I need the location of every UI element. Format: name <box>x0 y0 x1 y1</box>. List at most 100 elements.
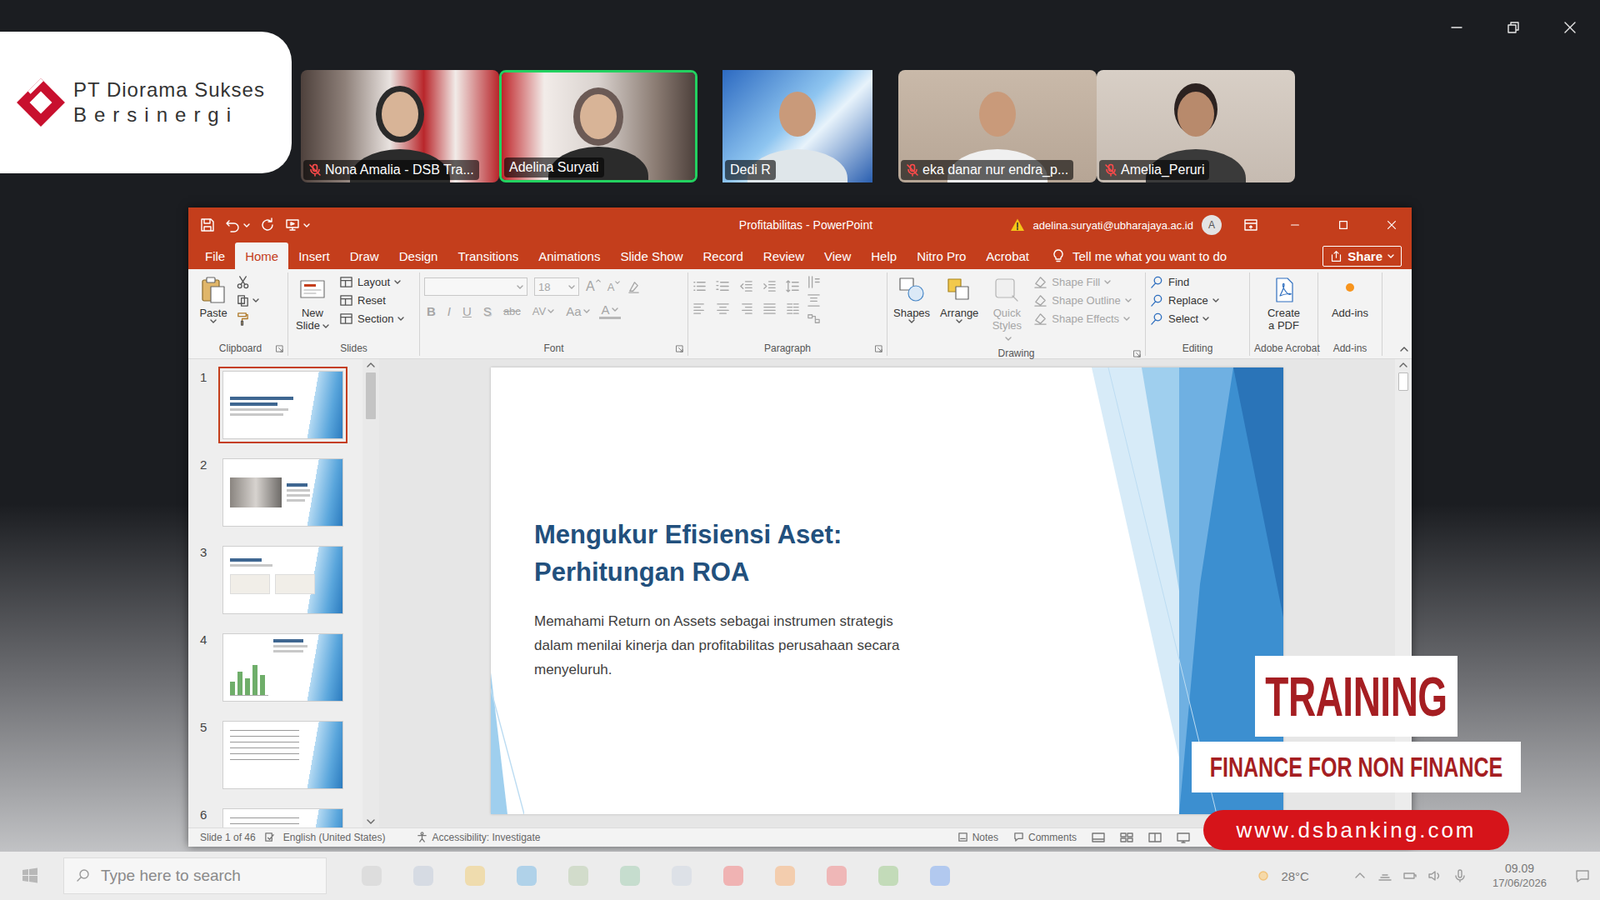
paragraph-format-icon[interactable] <box>762 279 777 294</box>
arrange-button[interactable]: Arrange <box>938 274 980 325</box>
close-button[interactable] <box>1541 14 1599 41</box>
dialog-launcher-icon[interactable] <box>875 345 883 353</box>
cut-icon[interactable] <box>235 275 250 290</box>
font-style-button[interactable]: I <box>445 304 454 319</box>
grow-font-button[interactable]: A <box>585 279 601 295</box>
paste-button[interactable]: Paste <box>197 274 230 325</box>
notifications-icon[interactable] <box>1575 868 1590 884</box>
ribbon-tab[interactable]: Record <box>692 242 753 270</box>
weather-temperature[interactable]: 28°C <box>1280 869 1310 884</box>
dialog-launcher-icon[interactable] <box>1133 350 1141 358</box>
app-icon[interactable] <box>775 865 795 886</box>
editing-option[interactable]: Find <box>1150 275 1220 290</box>
paragraph-format-icon[interactable] <box>785 279 800 294</box>
show-hidden-icons-icon[interactable] <box>1352 868 1368 884</box>
slide-thumbnail-row[interactable]: 1 <box>200 370 363 440</box>
participant-tile[interactable]: eka danar nur endra_p... <box>898 70 1097 183</box>
app-icon[interactable] <box>413 865 434 886</box>
shrink-font-button[interactable]: A <box>607 280 621 294</box>
comments-button[interactable]: Comments <box>1013 831 1077 844</box>
shape-format-option[interactable]: Shape Effects <box>1033 311 1131 326</box>
participant-tile[interactable]: Dedi R <box>722 70 873 183</box>
close-button[interactable] <box>1371 207 1412 243</box>
ribbon-display-options-icon[interactable] <box>1243 217 1259 233</box>
copy-icon[interactable] <box>235 293 250 308</box>
clear-formatting-icon[interactable] <box>626 280 641 295</box>
app-icon[interactable] <box>516 865 537 886</box>
dropdown-caret-icon[interactable] <box>243 223 250 228</box>
scroll-down-icon[interactable] <box>366 819 375 825</box>
taskbar-search[interactable]: Type here to search <box>63 857 327 895</box>
slide-sorter-icon[interactable] <box>1120 831 1134 844</box>
tell-me-search[interactable]: Tell me what you want to do <box>1050 242 1227 270</box>
banner-url[interactable]: www.dsbanking.com <box>1203 810 1510 850</box>
text-layout-icon[interactable] <box>806 311 821 326</box>
ribbon-tab[interactable]: Nitro Pro <box>906 242 976 270</box>
normal-view-icon[interactable] <box>1091 831 1105 844</box>
scroll-up-icon[interactable] <box>1399 362 1408 368</box>
app-icon[interactable] <box>930 865 950 886</box>
start-slideshow-icon[interactable] <box>285 217 300 233</box>
editing-option[interactable]: Replace <box>1150 293 1220 308</box>
app-icon[interactable] <box>620 865 640 886</box>
slideshow-view-icon[interactable] <box>1176 831 1190 844</box>
participant-tile[interactable]: Nona Amalia - DSB Tra... <box>300 70 500 183</box>
shapes-button[interactable]: Shapes <box>891 274 932 325</box>
app-icon[interactable] <box>878 865 899 886</box>
minimize-button[interactable] <box>1275 207 1315 243</box>
scroll-thumb[interactable] <box>365 372 376 420</box>
repeat-icon[interactable] <box>260 217 275 233</box>
font-style-button[interactable]: U <box>460 304 475 319</box>
slide-thumbnail-row[interactable]: 6 <box>200 808 363 828</box>
slide-thumbnail-row[interactable]: 4 <box>200 633 363 702</box>
ribbon-tab[interactable]: View <box>814 242 861 270</box>
paragraph-format-icon[interactable] <box>715 279 730 294</box>
ribbon-tab[interactable]: Review <box>753 242 815 270</box>
format-painter-icon[interactable] <box>235 311 250 326</box>
app-icon[interactable] <box>465 865 485 886</box>
language-indicator[interactable]: English (United States) <box>283 831 386 844</box>
slide-thumbnail[interactable] <box>222 808 344 828</box>
slide-thumbnail[interactable] <box>222 458 344 527</box>
volume-icon[interactable] <box>1427 868 1443 884</box>
alignment-icon[interactable] <box>785 301 800 316</box>
windows-start-icon[interactable] <box>21 867 39 885</box>
share-button[interactable]: Share <box>1322 245 1402 267</box>
new-slide-button[interactable]: New Slide <box>292 274 333 334</box>
paragraph-format-icon[interactable] <box>692 279 707 294</box>
text-layout-icon[interactable] <box>806 275 821 290</box>
ribbon-tab[interactable]: File <box>195 242 235 270</box>
warning-icon[interactable] <box>1010 217 1025 233</box>
ribbon-tab[interactable]: Insert <box>288 242 340 270</box>
quick-styles-button[interactable]: Quick Styles <box>986 274 1027 346</box>
app-icon[interactable] <box>568 865 589 886</box>
alignment-icon[interactable] <box>715 301 730 316</box>
app-icon[interactable] <box>826 865 847 886</box>
app-icon[interactable] <box>361 865 382 886</box>
save-icon[interactable] <box>200 217 215 233</box>
shape-format-option[interactable]: Shape Outline <box>1033 293 1131 308</box>
slide-canvas[interactable]: Mengukur Efisiensi Aset:Perhitungan ROAM… <box>490 367 1284 815</box>
battery-icon[interactable] <box>1402 868 1418 884</box>
font-style-button[interactable]: abc <box>500 305 524 318</box>
dialog-launcher-icon[interactable] <box>675 345 684 353</box>
alignment-icon[interactable] <box>739 301 754 316</box>
font-style-button[interactable]: B <box>424 304 439 319</box>
notes-button[interactable]: Notes <box>957 831 999 844</box>
slide-thumbnail[interactable] <box>222 633 344 702</box>
scroll-up-icon[interactable] <box>366 362 375 368</box>
shape-format-option[interactable]: Shape Fill <box>1033 275 1131 290</box>
slide-thumbnail[interactable] <box>222 720 344 790</box>
slide-option[interactable]: Layout <box>339 275 405 290</box>
create-pdf-button[interactable]: Create a PDF <box>1263 274 1305 334</box>
ribbon-tab[interactable]: Home <box>235 242 289 270</box>
slide-thumbnail[interactable] <box>222 545 344 615</box>
ribbon-tab[interactable]: Draw <box>340 242 390 270</box>
ribbon-tab[interactable]: Acrobat <box>975 242 1040 270</box>
slide-thumbnail[interactable] <box>222 370 344 440</box>
minimize-button[interactable] <box>1428 14 1485 41</box>
restore-button[interactable] <box>1485 14 1542 41</box>
account-avatar[interactable]: A <box>1201 215 1222 235</box>
font-name-field[interactable] <box>424 277 528 296</box>
accessibility-checker[interactable]: Accessibility: Investigate <box>416 831 540 844</box>
